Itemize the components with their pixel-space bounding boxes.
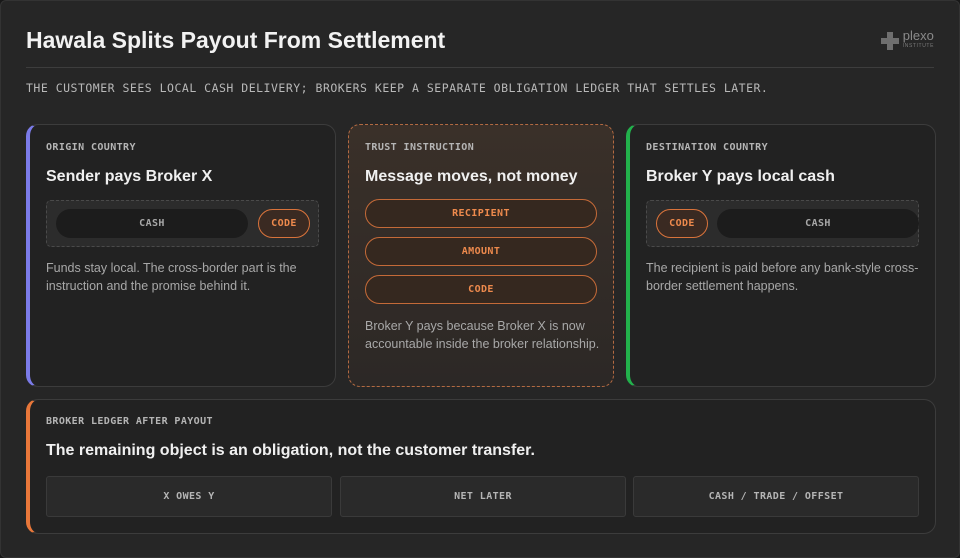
destination-country-card: DESTINATION COUNTRY Broker Y pays local … (626, 124, 936, 387)
header-divider (26, 67, 934, 68)
origin-token-row: CASH CODE (46, 200, 319, 247)
origin-eyebrow: ORIGIN COUNTRY (46, 142, 136, 153)
trust-title: Message moves, not money (365, 168, 578, 185)
destination-token-row: CODE CASH (646, 200, 919, 247)
broker-ledger-card: BROKER LEDGER AFTER PAYOUT The remaining… (26, 399, 936, 534)
ledger-eyebrow: BROKER LEDGER AFTER PAYOUT (46, 416, 213, 427)
trust-description: Broker Y pays because Broker X is now ac… (365, 319, 600, 351)
origin-country-card: ORIGIN COUNTRY Sender pays Broker X CASH… (26, 124, 336, 387)
plus-logo-icon (880, 32, 899, 50)
page-subtitle: THE CUSTOMER SEES LOCAL CASH DELIVERY; B… (26, 81, 769, 95)
logo-name: plexo (902, 28, 934, 43)
ledger-item-net-later: NET LATER (340, 476, 626, 517)
ledger-item-settlement-methods: CASH / TRADE / OFFSET (633, 476, 919, 517)
origin-code-token: CODE (258, 209, 310, 238)
destination-description: The recipient is paid before any bank-st… (646, 261, 919, 293)
destination-cash-token: CASH (717, 209, 919, 238)
origin-description: Funds stay local. The cross-border part … (46, 261, 297, 293)
logo-subtitle: INSTITUTE (902, 43, 934, 49)
logo: plexo INSTITUTE (880, 28, 934, 50)
trust-eyebrow: TRUST INSTRUCTION (365, 142, 475, 153)
destination-code-token: CODE (656, 209, 708, 238)
trust-item-recipient: RECIPIENT (365, 199, 597, 228)
destination-eyebrow: DESTINATION COUNTRY (646, 142, 768, 153)
trust-item-amount: AMOUNT (365, 237, 597, 266)
ledger-title: The remaining object is an obligation, n… (46, 442, 535, 459)
destination-title: Broker Y pays local cash (646, 168, 835, 185)
ledger-item-x-owes-y: X OWES Y (46, 476, 332, 517)
trust-item-code: CODE (365, 275, 597, 304)
origin-title: Sender pays Broker X (46, 168, 213, 185)
diagram-frame: Hawala Splits Payout From Settlement ple… (0, 0, 960, 558)
trust-instruction-card: TRUST INSTRUCTION Message moves, not mon… (348, 124, 614, 387)
origin-cash-token: CASH (56, 209, 248, 238)
page-title: Hawala Splits Payout From Settlement (26, 27, 446, 53)
